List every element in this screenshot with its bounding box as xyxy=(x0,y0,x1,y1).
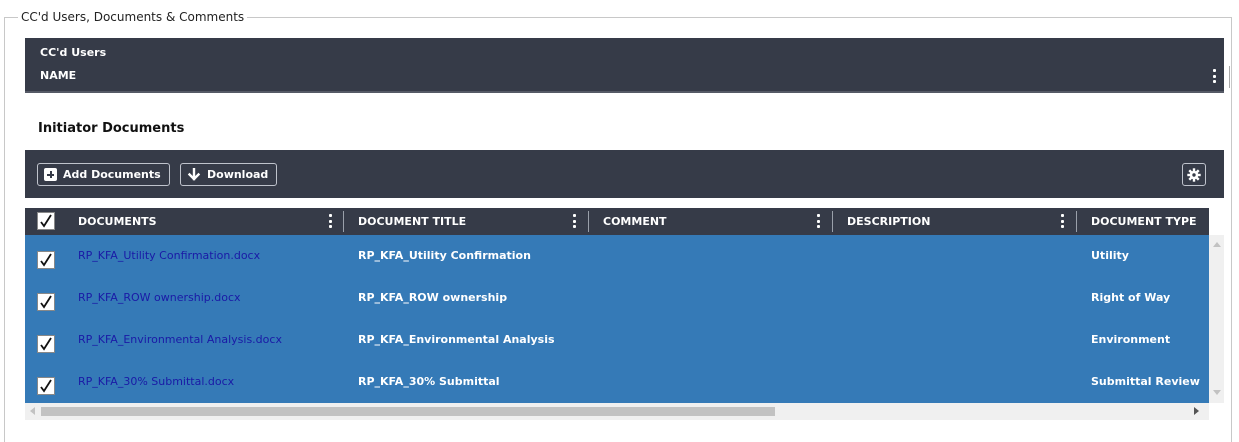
column-divider xyxy=(832,211,833,232)
documents-grid-header: DOCUMENTS DOCUMENT TITLE COMMENT DESCRIP… xyxy=(25,208,1209,235)
row-checkbox[interactable] xyxy=(37,251,55,269)
checkmark-icon xyxy=(40,295,52,309)
column-header-comment[interactable]: COMMENT xyxy=(603,208,667,235)
document-type-cell: Submittal Review xyxy=(1091,375,1200,388)
gear-icon xyxy=(1187,167,1201,182)
document-type-cell: Right of Way xyxy=(1091,291,1171,304)
row-checkbox[interactable] xyxy=(37,335,55,353)
table-row[interactable]: RP_KFA_ROW ownership.docx RP_KFA_ROW own… xyxy=(25,277,1209,319)
column-divider xyxy=(1229,66,1230,88)
download-label: Download xyxy=(207,168,269,181)
scrollbar-thumb[interactable] xyxy=(41,407,775,416)
add-documents-button[interactable]: Add Documents xyxy=(37,163,170,186)
column-menu-icon[interactable] xyxy=(1211,69,1217,83)
horizontal-scrollbar[interactable] xyxy=(25,403,1209,420)
column-divider xyxy=(588,211,589,232)
scroll-down-arrow-icon[interactable] xyxy=(1213,390,1221,395)
document-type-cell: Utility xyxy=(1091,249,1129,262)
table-row[interactable]: RP_KFA_Utility Confirmation.docx RP_KFA_… xyxy=(25,235,1209,277)
download-button[interactable]: Download xyxy=(180,163,278,186)
document-title-cell: RP_KFA_30% Submittal xyxy=(358,375,500,388)
document-link[interactable]: RP_KFA_Environmental Analysis.docx xyxy=(78,319,282,361)
document-link[interactable]: RP_KFA_30% Submittal.docx xyxy=(78,361,234,403)
column-header-document-type[interactable]: DOCUMENT TYPE xyxy=(1091,208,1197,235)
add-documents-label: Add Documents xyxy=(63,168,161,181)
select-all-checkbox[interactable] xyxy=(37,212,55,230)
column-divider xyxy=(343,211,344,232)
scroll-up-arrow-icon[interactable] xyxy=(1213,242,1221,247)
document-title-cell: RP_KFA_Environmental Analysis xyxy=(358,333,555,346)
documents-grid-body: RP_KFA_Utility Confirmation.docx RP_KFA_… xyxy=(25,235,1209,403)
checkmark-icon xyxy=(40,214,52,228)
cc-users-name-column[interactable]: NAME xyxy=(40,69,76,82)
document-link[interactable]: RP_KFA_Utility Confirmation.docx xyxy=(78,235,260,277)
column-menu-icon[interactable] xyxy=(1059,214,1065,228)
column-menu-icon[interactable] xyxy=(571,214,577,228)
checkmark-icon xyxy=(40,253,52,267)
row-checkbox[interactable] xyxy=(37,293,55,311)
initiator-documents-title: Initiator Documents xyxy=(38,121,185,136)
column-header-document-title[interactable]: DOCUMENT TITLE xyxy=(358,208,466,235)
column-header-description[interactable]: DESCRIPTION xyxy=(847,208,930,235)
column-divider xyxy=(1076,211,1077,232)
grid-settings-button[interactable] xyxy=(1182,163,1206,186)
column-menu-icon[interactable] xyxy=(815,214,821,228)
checkmark-icon xyxy=(40,379,52,393)
checkmark-icon xyxy=(40,337,52,351)
document-type-cell: Environment xyxy=(1091,333,1171,346)
cc-users-panel: CC'd Users NAME xyxy=(25,38,1230,93)
fieldset-legend: CC'd Users, Documents & Comments xyxy=(18,8,248,26)
document-link[interactable]: RP_KFA_ROW ownership.docx xyxy=(78,277,241,319)
scroll-corner xyxy=(1209,208,1224,235)
cc-users-title: CC'd Users xyxy=(40,46,107,59)
column-menu-icon[interactable] xyxy=(327,214,333,228)
column-header-documents[interactable]: DOCUMENTS xyxy=(78,208,157,235)
download-arrow-icon xyxy=(187,167,201,181)
documents-toolbar: Add Documents Download xyxy=(25,150,1224,198)
scroll-right-arrow-icon[interactable] xyxy=(1194,407,1199,415)
table-row[interactable]: RP_KFA_Environmental Analysis.docx RP_KF… xyxy=(25,319,1209,361)
scroll-left-arrow-icon[interactable] xyxy=(30,407,35,415)
row-checkbox[interactable] xyxy=(37,377,55,395)
table-row[interactable]: RP_KFA_30% Submittal.docx RP_KFA_30% Sub… xyxy=(25,361,1209,403)
document-title-cell: RP_KFA_ROW ownership xyxy=(358,291,508,304)
vertical-scrollbar[interactable] xyxy=(1209,235,1224,403)
document-title-cell: RP_KFA_Utility Confirmation xyxy=(358,249,531,262)
plus-icon xyxy=(44,168,57,181)
